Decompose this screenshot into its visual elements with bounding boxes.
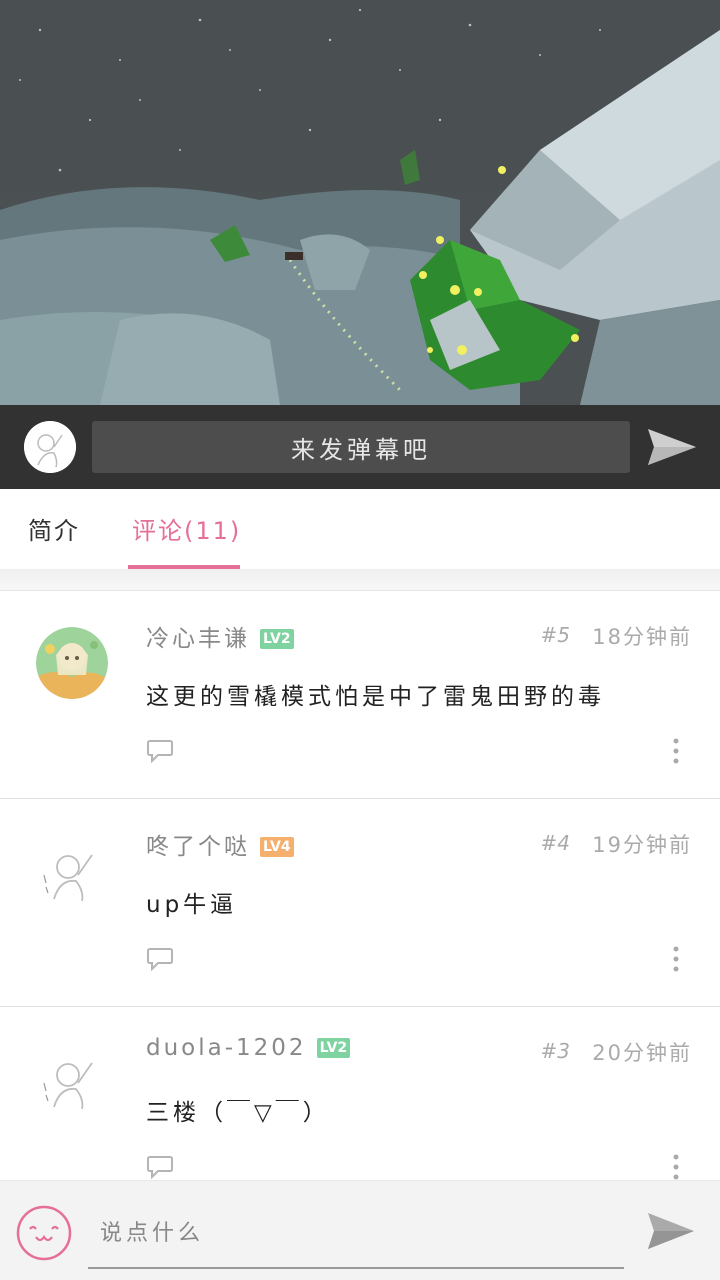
comment-time: 18分钟前 — [592, 625, 692, 649]
level-badge: LV2 — [260, 629, 294, 649]
username[interactable]: 冷心丰谦 — [146, 626, 250, 652]
commenter-name[interactable]: 冷心丰谦 LV2 — [146, 619, 294, 653]
comment-list: 冷心丰谦 LV2 #5 18分钟前 这更的雪橇模式怕是中了雷鬼田野的毒 咚了个哒 L… — [0, 591, 720, 1180]
reply-icon[interactable] — [146, 739, 174, 763]
comment-text: up牛逼 — [146, 892, 238, 918]
reply-icon[interactable] — [146, 947, 174, 971]
tab-comments[interactable]: 评论(11) — [132, 511, 241, 546]
commenter-avatar[interactable] — [36, 835, 108, 907]
send-comment-icon[interactable] — [646, 1211, 696, 1251]
commenter-avatar[interactable] — [36, 627, 108, 699]
floor-number: #5 — [540, 623, 570, 647]
more-options-icon[interactable] — [664, 945, 688, 973]
comment-item: 冷心丰谦 LV2 #5 18分钟前 这更的雪橇模式怕是中了雷鬼田野的毒 — [0, 591, 720, 799]
sketch-avatar-icon — [36, 835, 108, 907]
video-frame-image — [0, 0, 720, 405]
avatar-sketch-icon — [24, 421, 76, 473]
level-badge: LV4 — [260, 837, 294, 857]
anime-avatar-icon — [36, 627, 108, 699]
send-danmaku-icon[interactable] — [646, 427, 698, 467]
reply-icon[interactable] — [146, 1155, 174, 1179]
floor-number: #3 — [540, 1039, 570, 1063]
commenter-avatar[interactable] — [36, 1043, 108, 1115]
level-badge: LV2 — [316, 1038, 351, 1058]
divider — [0, 569, 720, 591]
sketch-avatar-icon — [36, 1043, 108, 1115]
tab-bar: 简介 评论(11) — [0, 489, 720, 569]
comment-text: 这更的雪橇模式怕是中了雷鬼田野的毒 — [146, 684, 605, 710]
username[interactable]: duola-1202 — [146, 1035, 307, 1061]
commenter-name[interactable]: duola-1202 LV2 — [146, 1035, 351, 1061]
emoji-icon[interactable] — [16, 1205, 72, 1261]
comment-text: 三楼（￣▽￣） — [146, 1100, 330, 1126]
commenter-name[interactable]: 咚了个哒 LV4 — [146, 827, 294, 861]
comment-time: 20分钟前 — [592, 1041, 692, 1065]
user-avatar[interactable] — [24, 421, 76, 473]
danmaku-bar: 来发弹幕吧 — [0, 405, 720, 489]
more-options-icon[interactable] — [664, 1153, 688, 1180]
floor-number: #4 — [540, 831, 570, 855]
username[interactable]: 咚了个哒 — [146, 834, 250, 860]
video-player[interactable] — [0, 0, 720, 405]
comment-item: 咚了个哒 LV4 #4 19分钟前 up牛逼 — [0, 799, 720, 1007]
comment-input[interactable]: 说点什么 — [88, 1209, 624, 1269]
comment-time: 19分钟前 — [592, 833, 692, 857]
danmaku-input[interactable]: 来发弹幕吧 — [92, 421, 630, 473]
comment-item: duola-1202 LV2 #3 20分钟前 三楼（￣▽￣） — [0, 1007, 720, 1180]
more-options-icon[interactable] — [664, 737, 688, 765]
tab-intro[interactable]: 简介 — [28, 511, 80, 546]
comment-input-bar: 说点什么 — [0, 1180, 720, 1280]
